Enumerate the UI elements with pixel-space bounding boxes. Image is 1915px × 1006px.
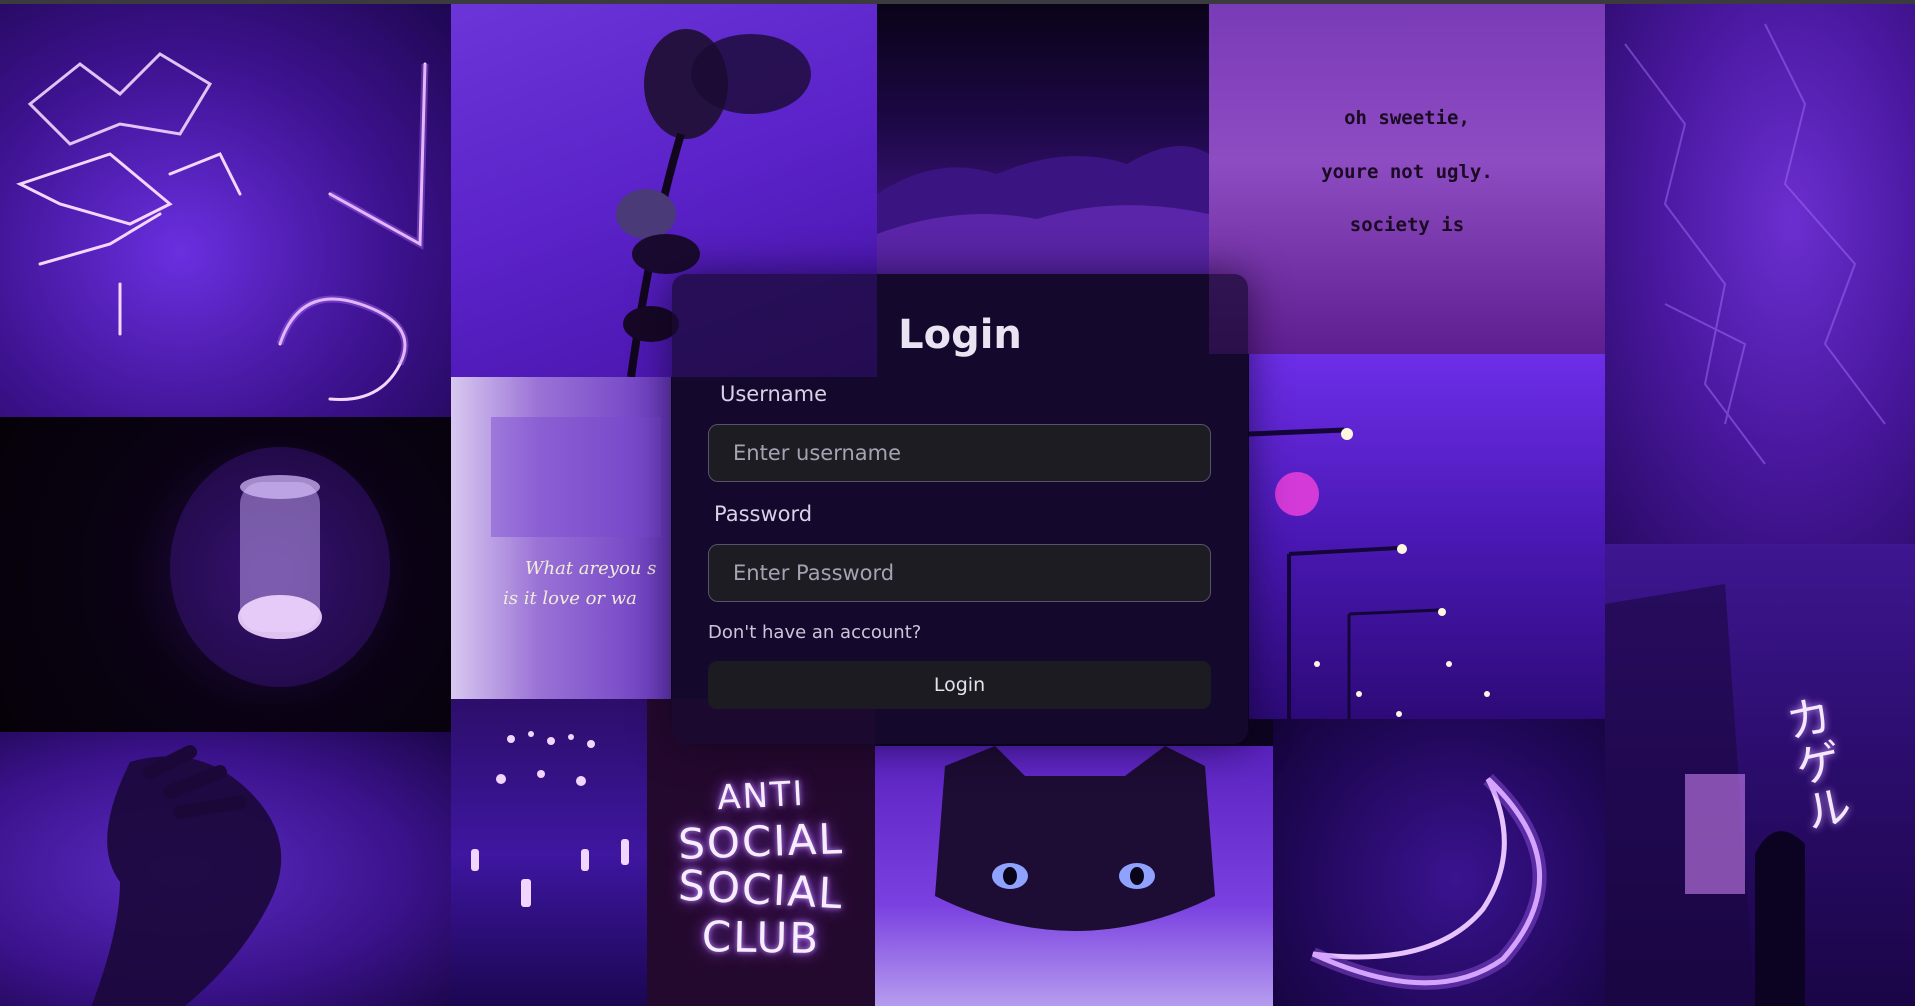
glitter-hands-image: [0, 732, 451, 1006]
club-text-line: SOCIAL: [677, 860, 845, 919]
login-title: Login: [898, 312, 1022, 358]
quote-line: youre not ugly.: [1321, 161, 1493, 183]
password-input[interactable]: [708, 544, 1211, 602]
city-lights-image: [451, 699, 647, 1006]
glowing-jar-image: [0, 417, 451, 732]
glitch-text-line: What areyou s: [525, 558, 657, 579]
password-label: Password: [714, 502, 813, 526]
neon-lines-image: [0, 4, 451, 417]
neon-sign-image: カゲル: [1605, 544, 1915, 1006]
login-form: Login Username Password Don't have an ac…: [672, 274, 1248, 744]
cat-image: [875, 746, 1273, 1006]
club-text-line: ANTI: [716, 773, 806, 819]
rock-texture-image: [1605, 4, 1915, 544]
quote-line: society is: [1349, 214, 1465, 236]
anti-social-club-image: ANTI SOCIAL SOCIAL CLUB: [647, 699, 875, 1006]
window-top-edge: [0, 0, 1915, 4]
glitch-text-line: is it love or wa: [503, 588, 637, 609]
dark-landscape-image: [877, 4, 1209, 274]
glitch-text-image: What areyou s is it love or wa: [451, 377, 671, 699]
quote-line: oh sweetie,: [1344, 107, 1470, 129]
username-input[interactable]: [708, 424, 1211, 482]
username-label: Username: [720, 382, 828, 406]
quote-image: oh sweetie, youre not ugly. society is: [1209, 4, 1605, 354]
club-text-line: SOCIAL: [677, 814, 845, 869]
club-text-line: CLUB: [701, 911, 821, 964]
street-lamps-image: [1249, 354, 1605, 719]
login-button[interactable]: Login: [708, 661, 1211, 709]
signup-link[interactable]: Don't have an account?: [708, 622, 921, 643]
neon-moon-image: [1273, 719, 1605, 1006]
